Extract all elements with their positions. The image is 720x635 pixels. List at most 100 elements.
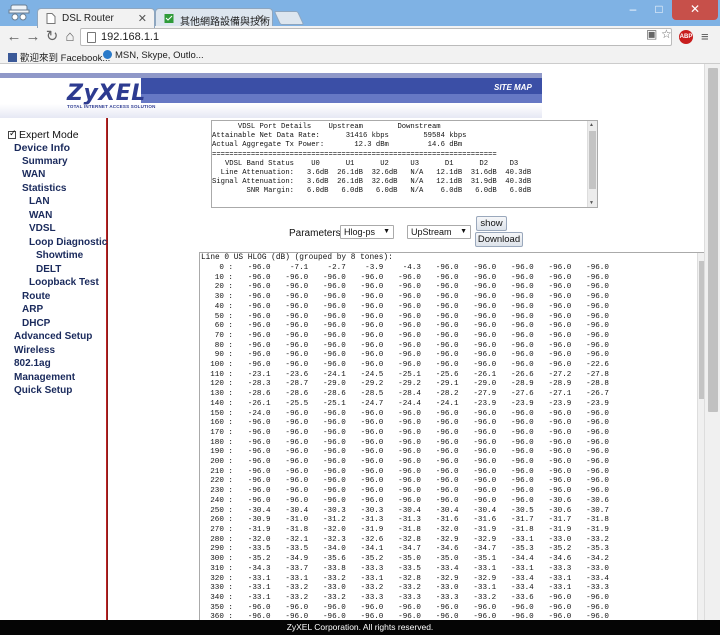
hlog-tone-index: 160 : bbox=[210, 419, 233, 428]
hlog-tone-index: 240 : bbox=[210, 496, 233, 505]
hlog-value: -96.0 bbox=[398, 603, 421, 612]
hlog-value: -96.0 bbox=[548, 603, 572, 612]
hlog-value: -32.0 bbox=[435, 525, 459, 534]
hlog-value: -33.3 bbox=[360, 593, 384, 602]
nav-summary[interactable]: Summary bbox=[22, 156, 68, 167]
hlog-value: -96.0 bbox=[435, 603, 459, 612]
details-scroll-thumb[interactable] bbox=[589, 131, 596, 189]
hlog-value: -31.8 bbox=[586, 516, 609, 525]
expert-mode-toggle[interactable]: Expert Mode bbox=[8, 128, 79, 141]
hlog-value: -31.2 bbox=[322, 516, 346, 525]
nav-802-1ag[interactable]: 802.1ag bbox=[14, 358, 51, 369]
hlog-value: -96.0 bbox=[435, 351, 459, 360]
hlog-value: -33.3 bbox=[435, 593, 459, 602]
details-scrollbar[interactable]: ▲ ▼ bbox=[587, 121, 597, 207]
hlog-value: -35.2 bbox=[247, 555, 271, 564]
bookmark-label: 歡迎來到 Facebook... bbox=[20, 53, 111, 64]
parameter-select[interactable]: Hlog-ps ▼ bbox=[340, 225, 394, 239]
direction-select[interactable]: UpStream ▼ bbox=[407, 225, 471, 239]
hlog-value: -96.0 bbox=[247, 273, 271, 282]
minimize-button[interactable]: – bbox=[620, 0, 646, 20]
hlog-value: -27.2 bbox=[548, 370, 572, 379]
bookmark-msn[interactable]: MSN, Skype, Outlo... bbox=[103, 50, 204, 61]
hlog-tone-index: 190 : bbox=[210, 448, 233, 457]
nav-statistics[interactable]: Statistics bbox=[22, 183, 66, 194]
chrome-menu-icon[interactable]: ≡ bbox=[701, 29, 709, 44]
hlog-value: -34.7 bbox=[473, 545, 497, 554]
nav-management[interactable]: Management bbox=[14, 372, 75, 383]
nav-stat-wan[interactable]: WAN bbox=[29, 210, 52, 221]
hlog-row: 210 : -96.0 -96.0 -96.0 -96.0 -96.0 -96.0 -96.0… bbox=[201, 468, 609, 478]
nav-loopback-test[interactable]: Loopback Test bbox=[29, 277, 99, 288]
hlog-value: -30.6 bbox=[586, 496, 609, 505]
expert-mode-checkbox[interactable] bbox=[8, 128, 17, 139]
hlog-value: -96.0 bbox=[247, 283, 271, 292]
home-icon[interactable]: ⌂ bbox=[62, 29, 78, 45]
nav-quick-setup[interactable]: Quick Setup bbox=[14, 385, 72, 396]
tab-close-icon[interactable]: ✕ bbox=[256, 12, 265, 25]
hlog-tone-index: 300 : bbox=[210, 555, 233, 564]
hlog-value: -96.0 bbox=[322, 409, 346, 418]
tab-close-icon[interactable]: ✕ bbox=[138, 12, 147, 25]
scroll-down-icon[interactable]: ▼ bbox=[589, 200, 594, 206]
nav-device-info[interactable]: Device Info bbox=[14, 142, 70, 154]
hlog-row: 50 : -96.0 -96.0 -96.0 -96.0 -96.0 -96.0 -96.0 -… bbox=[201, 313, 609, 323]
adblock-plus-icon[interactable]: ABP bbox=[679, 30, 693, 44]
hlog-value: -96.0 bbox=[473, 361, 497, 370]
hlog-value: -96.0 bbox=[285, 302, 309, 311]
hlog-value: -25.5 bbox=[285, 399, 309, 408]
nav-route[interactable]: Route bbox=[22, 291, 50, 302]
hlog-value: -96.0 bbox=[247, 341, 271, 350]
hlog-row: 310 : -34.3 -33.7 -33.8 -33.3 -33.5 -33.4 -33.1… bbox=[201, 565, 609, 575]
hlog-value: -27.9 bbox=[473, 390, 497, 399]
hlog-value: -96.0 bbox=[510, 351, 534, 360]
bookmark-facebook[interactable]: 歡迎來到 Facebook... bbox=[8, 50, 110, 64]
hlog-value: -96.0 bbox=[435, 496, 459, 505]
nav-dhcp[interactable]: DHCP bbox=[22, 318, 50, 329]
hlog-value: -30.4 bbox=[473, 506, 497, 515]
hlog-value: -35.6 bbox=[322, 555, 346, 564]
hlog-row: 240 : -96.0 -96.0 -96.0 -96.0 -96.0 -96.0 -96.0… bbox=[201, 497, 609, 507]
hlog-value: -96.0 bbox=[548, 409, 572, 418]
nav-arp[interactable]: ARP bbox=[22, 304, 43, 315]
incognito-profile-icon[interactable] bbox=[7, 2, 31, 24]
close-window-button[interactable]: ✕ bbox=[672, 0, 718, 20]
page-scroll-thumb[interactable] bbox=[708, 68, 718, 412]
nav-loop-diagnostic[interactable]: Loop Diagnostic bbox=[29, 237, 107, 248]
maximize-button[interactable]: □ bbox=[646, 0, 672, 20]
tab-dsl-router[interactable]: DSL Router ✕ bbox=[37, 8, 155, 28]
hlog-row: 330 : -33.1 -33.2 -33.0 -33.2 -33.2 -33.0 -33.1… bbox=[201, 584, 609, 594]
show-button[interactable]: show bbox=[476, 216, 507, 231]
hlog-value: -96.0 bbox=[510, 467, 534, 476]
bookmark-star-icon[interactable]: ☆ bbox=[661, 27, 672, 41]
hlog-value: -96.0 bbox=[285, 477, 309, 486]
back-icon[interactable]: ← bbox=[6, 29, 22, 45]
scroll-up-icon[interactable]: ▲ bbox=[589, 122, 594, 128]
nav-advanced-setup[interactable]: Advanced Setup bbox=[14, 331, 92, 342]
hlog-value: -31.7 bbox=[548, 516, 572, 525]
nav-showtime[interactable]: Showtime bbox=[36, 250, 83, 261]
site-map-link[interactable]: SITE MAP bbox=[494, 83, 532, 92]
tab-forum[interactable]: 其他網路設備與技術 - VD ✕ bbox=[155, 8, 273, 28]
hlog-value: -33.2 bbox=[322, 574, 346, 583]
hlog-value: -96.0 bbox=[247, 264, 271, 272]
hlog-value: -96.0 bbox=[510, 283, 534, 292]
nav-stat-lan[interactable]: LAN bbox=[29, 196, 50, 207]
nav-delt[interactable]: DELT bbox=[36, 264, 61, 275]
hlog-value: -96.0 bbox=[586, 264, 609, 272]
forward-icon[interactable]: → bbox=[25, 29, 41, 45]
reload-icon[interactable]: ↻ bbox=[44, 29, 60, 45]
hlog-value: -96.0 bbox=[247, 351, 271, 360]
new-tab-button[interactable] bbox=[273, 11, 305, 25]
hlog-row: 180 : -96.0 -96.0 -96.0 -96.0 -96.0 -96.0 -96.0… bbox=[201, 439, 609, 449]
page-scrollbar[interactable] bbox=[704, 64, 720, 635]
hlog-value: -96.0 bbox=[586, 351, 609, 360]
translate-icon[interactable]: ▣ bbox=[646, 27, 657, 41]
nav-wireless[interactable]: Wireless bbox=[14, 345, 55, 356]
download-button[interactable]: Download bbox=[475, 232, 523, 247]
zyxel-logo[interactable]: ZyXEL bbox=[67, 81, 146, 106]
address-bar[interactable]: 192.168.1.1 bbox=[80, 28, 672, 46]
nav-stat-vdsl[interactable]: VDSL bbox=[29, 223, 56, 234]
hlog-value: -96.0 bbox=[398, 458, 421, 467]
nav-wan[interactable]: WAN bbox=[22, 169, 45, 180]
